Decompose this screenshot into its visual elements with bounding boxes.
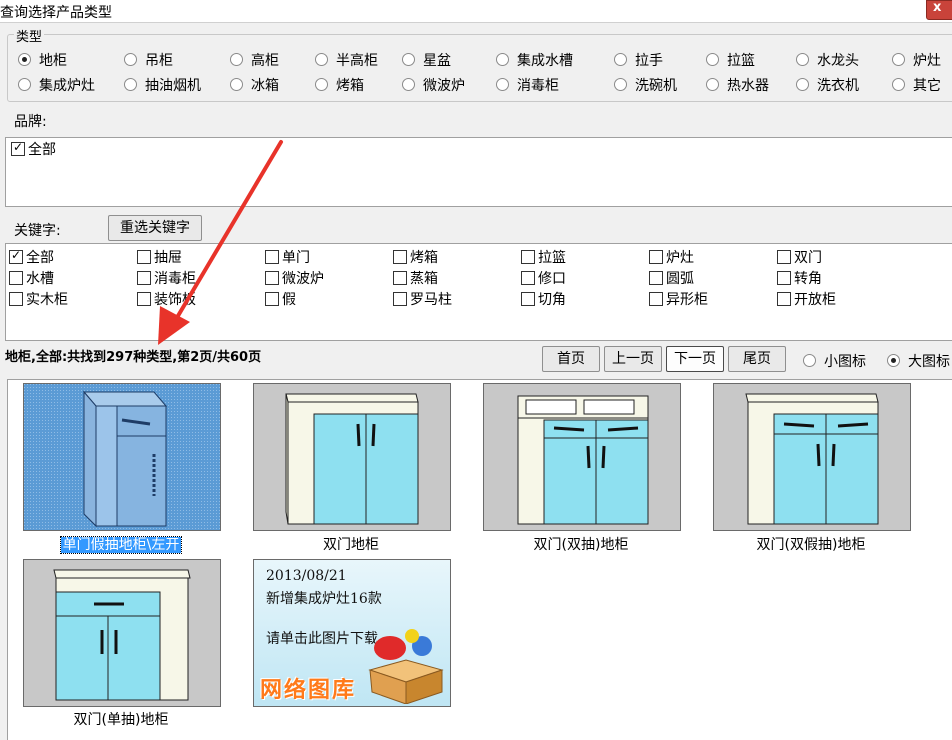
result-thumbnail[interactable]	[23, 559, 221, 707]
radio-icon	[124, 78, 137, 91]
checkbox-icon	[265, 271, 279, 285]
gift-box-icon	[368, 629, 444, 704]
checkbox-icon	[521, 250, 535, 264]
reset-keywords-button[interactable]: 重选关键字	[108, 215, 202, 241]
checkbox-icon	[521, 271, 535, 285]
radio-icon	[614, 53, 627, 66]
radio-selected-icon	[887, 354, 900, 367]
radio-icon	[18, 78, 31, 91]
checkbox-icon	[521, 292, 535, 306]
last-page-button[interactable]: 尾页	[728, 346, 786, 372]
radio-icon	[706, 78, 719, 91]
prev-page-button[interactable]: 上一页	[604, 346, 662, 372]
promo-brand: 网络图库	[260, 678, 357, 703]
close-button[interactable]: x	[926, 0, 952, 20]
radio-icon	[706, 53, 719, 66]
radio-icon	[614, 78, 627, 91]
checkbox-icon	[265, 292, 279, 306]
radio-icon	[496, 53, 509, 66]
checkbox-icon	[393, 250, 407, 264]
close-icon: x	[933, 0, 942, 15]
checkbox-icon	[9, 292, 23, 306]
result-caption[interactable]: 双门地柜	[251, 534, 451, 554]
next-page-button[interactable]: 下一页	[666, 346, 724, 372]
result-thumbnail[interactable]	[253, 383, 451, 531]
radio-icon	[796, 53, 809, 66]
radio-icon	[315, 53, 328, 66]
radio-icon	[892, 53, 905, 66]
result-thumbnail[interactable]	[713, 383, 911, 531]
checkbox-icon	[777, 271, 791, 285]
checkbox-icon	[11, 140, 25, 156]
radio-icon	[315, 78, 328, 91]
checkbox-icon	[137, 250, 151, 264]
window-title: 查询选择产品类型	[0, 5, 112, 21]
checkbox-icon	[9, 248, 23, 264]
radio-icon	[402, 53, 415, 66]
result-caption[interactable]: 双门(单抽)地柜	[21, 709, 221, 729]
checkbox-icon	[649, 271, 663, 285]
radio-icon	[892, 78, 905, 91]
checkbox-icon	[137, 292, 151, 306]
result-caption[interactable]: 单门假抽地柜\左开	[21, 534, 221, 554]
brand-list: 全部	[5, 137, 952, 207]
radio-icon	[496, 78, 509, 91]
double-door-double-false-drawer-cabinet-image	[714, 384, 910, 530]
title-bar: 查询选择产品类型 x	[0, 0, 952, 23]
keywords-list: 全部抽屉单门烤箱拉篮炉灶双门水槽消毒柜微波炉蒸箱修口圆弧转角实木柜装饰板假罗马柱…	[5, 243, 952, 341]
checkbox-icon	[393, 271, 407, 285]
radio-icon	[803, 354, 816, 367]
result-caption[interactable]: 双门(双抽)地柜	[481, 534, 681, 554]
promo-date: 2013/08/21	[266, 568, 347, 584]
double-door-cabinet-image	[254, 384, 450, 530]
promo-line1: 新增集成炉灶16款	[266, 591, 382, 607]
checkbox-icon	[9, 271, 23, 285]
result-thumbnail[interactable]	[483, 383, 681, 531]
checkbox-icon	[777, 292, 791, 306]
checkbox-icon	[265, 250, 279, 264]
checkbox-icon	[393, 292, 407, 306]
result-thumbnail[interactable]	[23, 383, 221, 531]
checkbox-icon	[137, 271, 151, 285]
first-page-button[interactable]: 首页	[542, 346, 600, 372]
checkbox-icon	[777, 250, 791, 264]
radio-icon	[796, 78, 809, 91]
promo-download-tile[interactable]: 2013/08/21 新增集成炉灶16款 请单击此图片下载 网络图库	[253, 559, 451, 707]
radio-icon	[230, 78, 243, 91]
radio-selected-icon	[18, 53, 31, 66]
double-door-double-drawer-cabinet-image	[484, 384, 680, 530]
radio-icon	[402, 78, 415, 91]
radio-icon	[230, 53, 243, 66]
keywords-label: 关键字:	[14, 223, 61, 239]
double-door-single-drawer-cabinet-image	[24, 560, 220, 706]
brand-label: 品牌:	[14, 114, 47, 130]
result-caption[interactable]: 双门(双假抽)地柜	[711, 534, 911, 554]
checkbox-icon	[649, 250, 663, 264]
type-group-label: 类型	[14, 26, 45, 45]
checkbox-icon	[649, 292, 663, 306]
radio-icon	[124, 53, 137, 66]
search-status: 地柜,全部:共找到297种类型,第2页/共60页	[5, 350, 262, 365]
single-door-cabinet-image	[24, 384, 220, 530]
